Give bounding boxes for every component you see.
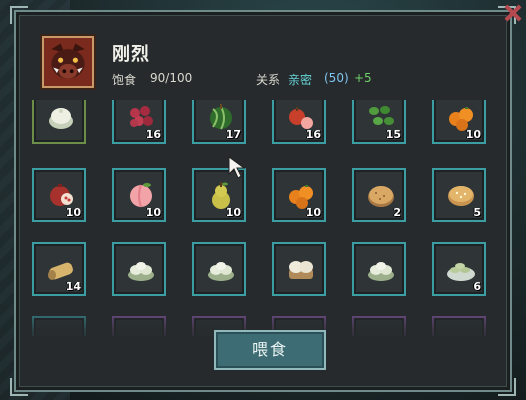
food-slot[interactable]: 16	[272, 100, 326, 144]
item-count: 14	[65, 280, 81, 293]
satiety-value: 90/100	[150, 71, 193, 85]
item-count: 10	[305, 206, 321, 219]
food-slot[interactable]: 10	[272, 168, 326, 222]
relation-bonus: +5	[354, 71, 372, 85]
item-count: 10	[465, 128, 481, 141]
dumplings-icon	[125, 253, 157, 285]
item-count: 10	[65, 206, 81, 219]
feed-button[interactable]: 喂食	[214, 330, 326, 370]
dumplings-icon	[365, 253, 397, 285]
food-slot[interactable]: 14	[32, 242, 86, 296]
food-slot[interactable]: 17	[192, 100, 246, 144]
food-slot[interactable]: 15	[352, 100, 406, 144]
steamed-buns-icon	[285, 253, 317, 285]
item-count: 16	[305, 128, 321, 141]
satiety-label: 饱食	[112, 73, 137, 87]
item-count: 16	[145, 128, 161, 141]
item-count: 6	[473, 280, 481, 293]
character-header: 刚烈 饱食 90/100 关系 亲密 (50) +5	[24, 22, 504, 92]
character-name: 刚烈	[112, 44, 150, 65]
boar-portrait-icon	[42, 36, 94, 88]
item-count: 2	[393, 206, 401, 219]
food-slot[interactable]: 16	[112, 100, 166, 144]
food-slot[interactable]	[272, 242, 326, 296]
relation-status: 亲密	[288, 73, 313, 87]
item-count: 10	[225, 206, 241, 219]
item-count: 17	[225, 128, 241, 141]
relation-label: 关系	[256, 73, 281, 87]
item-count: 15	[385, 128, 401, 141]
food-slot[interactable]: 5	[432, 168, 486, 222]
close-icon[interactable]	[502, 2, 524, 24]
bun-icon	[45, 101, 77, 133]
food-slot[interactable]: 6	[432, 242, 486, 296]
item-count: 5	[473, 206, 481, 219]
food-slot[interactable]	[352, 242, 406, 296]
food-slot[interactable]	[192, 242, 246, 296]
food-slot[interactable]: 2	[352, 168, 406, 222]
food-slot[interactable]: 10	[32, 168, 86, 222]
food-slot[interactable]	[32, 100, 86, 144]
relation-value: (50)	[324, 71, 349, 85]
food-slot[interactable]	[112, 242, 166, 296]
panel-corner	[498, 378, 516, 396]
food-slot[interactable]: 10	[432, 100, 486, 144]
item-count: 10	[145, 206, 161, 219]
panel-corner	[10, 378, 28, 396]
food-slot[interactable]: 10	[112, 168, 166, 222]
dumplings-icon	[205, 253, 237, 285]
mouse-cursor-icon	[228, 156, 246, 179]
